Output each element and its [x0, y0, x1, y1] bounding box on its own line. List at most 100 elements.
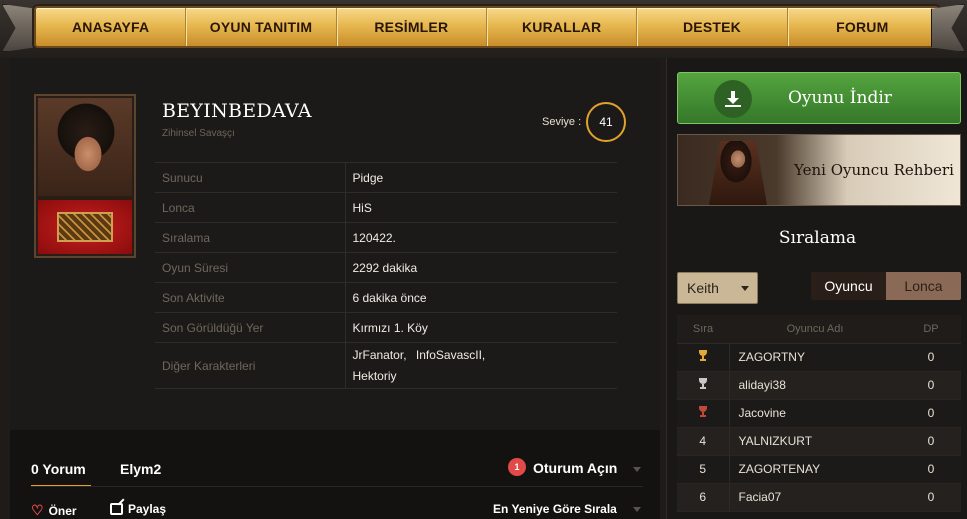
guide-character-art	[708, 141, 768, 205]
ranking-type-toggle: Oyuncu Lonca	[811, 272, 961, 300]
info-value: 6 dakika önce	[345, 282, 617, 313]
info-row-other-characters: Diğer Karakterleri JrFanator, InfoSavasc…	[155, 342, 617, 389]
info-value: Pidge	[345, 162, 617, 193]
player-dp: 0	[901, 483, 961, 512]
rank-cell	[677, 399, 730, 428]
guild-emblem	[38, 200, 132, 254]
chevron-down-icon[interactable]	[633, 507, 641, 512]
other-character-link[interactable]: InfoSavascII,	[416, 348, 485, 362]
chevron-down-icon	[741, 286, 749, 291]
ranking-row[interactable]: ZAGORTNY 0	[677, 343, 961, 372]
ranking-table: Sıra Oyuncu Adı DP ZAGORTNY 0 alidayi38 …	[677, 315, 961, 512]
login-button[interactable]: Oturum Açın	[533, 460, 617, 476]
character-portrait	[34, 94, 136, 258]
download-label: Oyunu İndir	[788, 88, 892, 108]
new-player-guide-banner[interactable]: Yeni Oyuncu Rehberi	[677, 134, 961, 206]
toggle-player[interactable]: Oyuncu	[811, 272, 886, 300]
share-label: Paylaş	[128, 502, 167, 516]
info-row: Son Aktivite 6 dakika önce	[155, 282, 617, 313]
guide-label: Yeni Oyuncu Rehberi	[794, 161, 954, 179]
info-row: Oyun Süresi 2292 dakika	[155, 252, 617, 283]
rank-cell	[677, 343, 730, 372]
nav-item-anasayfa[interactable]: ANASAYFA	[36, 8, 187, 46]
comments-count-tab[interactable]: 0 Yorum	[31, 461, 86, 477]
nav-item-resimler[interactable]: RESİMLER	[337, 8, 487, 46]
toggle-guild[interactable]: Lonca	[886, 272, 961, 300]
info-row: Lonca HiS	[155, 192, 617, 223]
col-player-name: Oyuncu Adı	[729, 315, 901, 344]
rank-cell: 4	[677, 427, 730, 456]
info-value: 2292 dakika	[345, 252, 617, 283]
gold-trophy-icon	[697, 349, 709, 362]
level-label: Seviye :	[542, 116, 582, 128]
player-dp: 0	[901, 343, 961, 372]
other-character-link[interactable]: JrFanator,	[353, 348, 407, 362]
notification-badge: 1	[508, 458, 526, 476]
heart-icon: ♡	[31, 502, 44, 518]
info-key: Diğer Karakterleri	[155, 342, 346, 389]
server-select-value: Keith	[687, 280, 719, 296]
other-character-link[interactable]: Hektoriy	[353, 369, 397, 383]
nav-ornament-right	[931, 4, 965, 52]
ranking-header-row: Sıra Oyuncu Adı DP	[677, 315, 961, 344]
info-key: Son Aktivite	[155, 282, 346, 313]
info-value-guild[interactable]: HiS	[345, 192, 617, 223]
sidebar: Oyunu İndir Yeni Oyuncu Rehberi Sıralama…	[666, 58, 967, 519]
community-tab[interactable]: Elym2	[120, 461, 161, 477]
ranking-row[interactable]: Jacovine 0	[677, 399, 961, 428]
player-name[interactable]: Facia07	[729, 483, 901, 512]
level-badge: 41	[586, 102, 626, 142]
info-key: Son Görüldüğü Yer	[155, 312, 346, 343]
ranking-title: Sıralama	[778, 228, 857, 248]
ranking-row[interactable]: 6 Facia07 0	[677, 483, 961, 512]
info-row: Sıralama 120422.	[155, 222, 617, 253]
nav-item-oyun-tanitim[interactable]: OYUN TANITIM	[186, 8, 337, 46]
other-characters-list: JrFanator, InfoSavascII, Hektoriy	[345, 342, 617, 389]
nav-bar: ANASAYFA OYUN TANITIM RESİMLER KURALLAR …	[34, 6, 939, 48]
player-name[interactable]: alidayi38	[729, 371, 901, 400]
info-key: Oyun Süresi	[155, 252, 346, 283]
rank-cell	[677, 371, 730, 400]
recommend-label: Öner	[48, 503, 77, 518]
character-name: BEYINBEDAVA	[162, 100, 312, 122]
info-row: Sunucu Pidge	[155, 162, 617, 193]
nav-item-forum[interactable]: FORUM	[788, 8, 937, 46]
ranking-row[interactable]: 5 ZAGORTENAY 0	[677, 455, 961, 484]
recommend-button[interactable]: ♡ Öner	[31, 502, 77, 519]
nav-item-kurallar[interactable]: KURALLAR	[487, 8, 638, 46]
info-value: 120422.	[345, 222, 617, 253]
info-value: Kırmızı 1. Köy	[345, 312, 617, 343]
nav-item-destek[interactable]: DESTEK	[637, 8, 788, 46]
chevron-down-icon[interactable]	[633, 467, 641, 472]
share-icon	[110, 503, 123, 515]
player-dp: 0	[901, 455, 961, 484]
player-name[interactable]: ZAGORTENAY	[729, 455, 901, 484]
info-key: Lonca	[155, 192, 346, 223]
tabs-divider	[31, 486, 643, 487]
bronze-trophy-icon	[697, 405, 709, 418]
download-game-button[interactable]: Oyunu İndir	[677, 72, 961, 124]
sort-dropdown[interactable]: En Yeniye Göre Sırala	[493, 502, 617, 516]
col-dp: DP	[901, 315, 961, 344]
nav-ornament-left	[2, 4, 36, 52]
top-navigation: ANASAYFA OYUN TANITIM RESİMLER KURALLAR …	[0, 0, 967, 58]
rank-cell: 5	[677, 455, 730, 484]
player-name[interactable]: ZAGORTNY	[729, 343, 901, 372]
player-name[interactable]: Jacovine	[729, 399, 901, 428]
character-class: Zihinsel Savaşçı	[162, 128, 235, 139]
rank-cell: 6	[677, 483, 730, 512]
guild-emblem-icon	[57, 212, 113, 242]
ranking-row[interactable]: 4 YALNIZKURT 0	[677, 427, 961, 456]
player-dp: 0	[901, 371, 961, 400]
character-info-table: Sunucu Pidge Lonca HiS Sıralama 120422. …	[155, 162, 617, 389]
download-icon	[714, 80, 752, 118]
player-name[interactable]: YALNIZKURT	[729, 427, 901, 456]
silver-trophy-icon	[697, 377, 709, 390]
col-rank: Sıra	[677, 315, 729, 344]
player-dp: 0	[901, 399, 961, 428]
player-dp: 0	[901, 427, 961, 456]
server-select[interactable]: Keith	[677, 272, 758, 304]
share-button[interactable]: Paylaş	[110, 502, 166, 516]
info-row: Son Görüldüğü Yer Kırmızı 1. Köy	[155, 312, 617, 343]
ranking-row[interactable]: alidayi38 0	[677, 371, 961, 400]
